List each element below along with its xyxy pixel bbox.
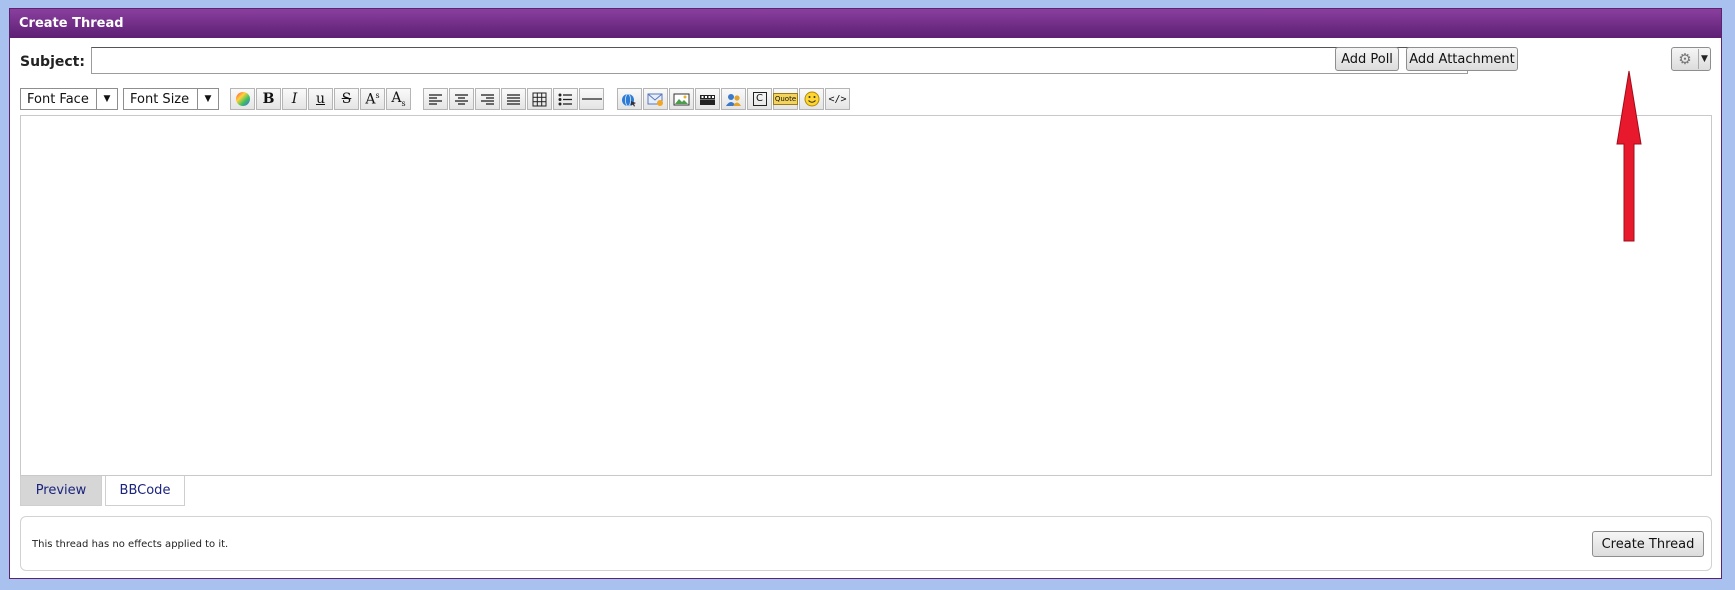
insert-users-button[interactable] <box>721 88 746 110</box>
tab-bbcode[interactable]: BBCode <box>105 476 185 506</box>
italic-button[interactable]: I <box>282 88 307 110</box>
image-icon <box>673 92 690 107</box>
color-picker-button[interactable] <box>230 88 255 110</box>
subscript-icon: As <box>391 90 406 108</box>
settings-menu-button[interactable]: ⚙ ▼ <box>1671 47 1711 71</box>
chevron-down-icon: ▼ <box>197 89 218 109</box>
subject-label: Subject: <box>20 54 85 70</box>
email-icon <box>647 92 664 107</box>
users-icon <box>725 92 742 107</box>
align-left-icon <box>428 93 443 106</box>
justify-button[interactable] <box>501 88 526 110</box>
quote-icon: Quote <box>772 93 799 105</box>
align-left-button[interactable] <box>423 88 448 110</box>
table-button[interactable] <box>527 88 552 110</box>
source-code-icon: </> <box>828 93 847 105</box>
bold-icon: B <box>262 91 275 107</box>
horizontal-rule-button[interactable] <box>579 88 604 110</box>
justify-icon <box>506 93 521 106</box>
insert-smiley-button[interactable] <box>799 88 824 110</box>
effects-status-text: This thread has no effects applied to it… <box>32 539 229 550</box>
italic-icon: I <box>291 91 298 107</box>
insert-link-button[interactable] <box>617 88 642 110</box>
superscript-button[interactable]: As <box>360 88 385 110</box>
message-editor[interactable] <box>20 115 1712 476</box>
video-icon <box>699 92 716 107</box>
chevron-down-icon: ▼ <box>96 89 117 109</box>
insert-video-button[interactable] <box>695 88 720 110</box>
thread-effects-box: This thread has no effects applied to it… <box>20 516 1712 571</box>
align-center-icon <box>454 93 469 106</box>
strikethrough-button[interactable]: S <box>334 88 359 110</box>
source-mode-button[interactable]: </> <box>825 88 850 110</box>
font-face-label: Font Face <box>27 91 89 107</box>
font-face-select[interactable]: Font Face ▼ <box>20 88 118 110</box>
strikethrough-icon: S <box>341 91 352 107</box>
color-picker-icon <box>235 91 251 107</box>
create-thread-button[interactable]: Create Thread <box>1592 531 1704 557</box>
align-right-icon <box>480 93 495 106</box>
subscript-button[interactable]: As <box>386 88 411 110</box>
add-poll-button[interactable]: Add Poll <box>1335 47 1399 71</box>
caret-down-icon: ▼ <box>1701 54 1708 64</box>
bullet-list-button[interactable] <box>553 88 578 110</box>
superscript-icon: As <box>365 90 380 108</box>
underline-button[interactable]: u <box>308 88 333 110</box>
annotation-arrow-icon <box>1616 70 1642 242</box>
bullet-list-icon <box>558 93 573 106</box>
align-right-button[interactable] <box>475 88 500 110</box>
horizontal-rule-icon <box>581 97 602 101</box>
align-center-button[interactable] <box>449 88 474 110</box>
insert-email-button[interactable] <box>643 88 668 110</box>
insert-image-button[interactable] <box>669 88 694 110</box>
font-size-label: Font Size <box>130 91 190 107</box>
gear-icon: ⚙ <box>1678 50 1692 68</box>
create-thread-panel: Create Thread Subject: Add Poll Add Atta… <box>9 8 1722 579</box>
subject-input[interactable] <box>91 47 1468 74</box>
font-size-select[interactable]: Font Size ▼ <box>123 88 219 110</box>
tab-preview[interactable]: Preview <box>20 476 102 506</box>
insert-code-button[interactable]: C <box>747 88 772 110</box>
underline-icon: u <box>315 91 326 107</box>
code-c-icon: C <box>752 92 767 106</box>
add-attachment-button[interactable]: Add Attachment <box>1406 47 1518 71</box>
table-icon <box>532 92 547 107</box>
window-title: Create Thread <box>10 9 1721 38</box>
smiley-icon <box>804 91 820 107</box>
bold-button[interactable]: B <box>256 88 281 110</box>
link-icon <box>621 92 638 107</box>
insert-quote-button[interactable]: Quote <box>772 88 799 110</box>
